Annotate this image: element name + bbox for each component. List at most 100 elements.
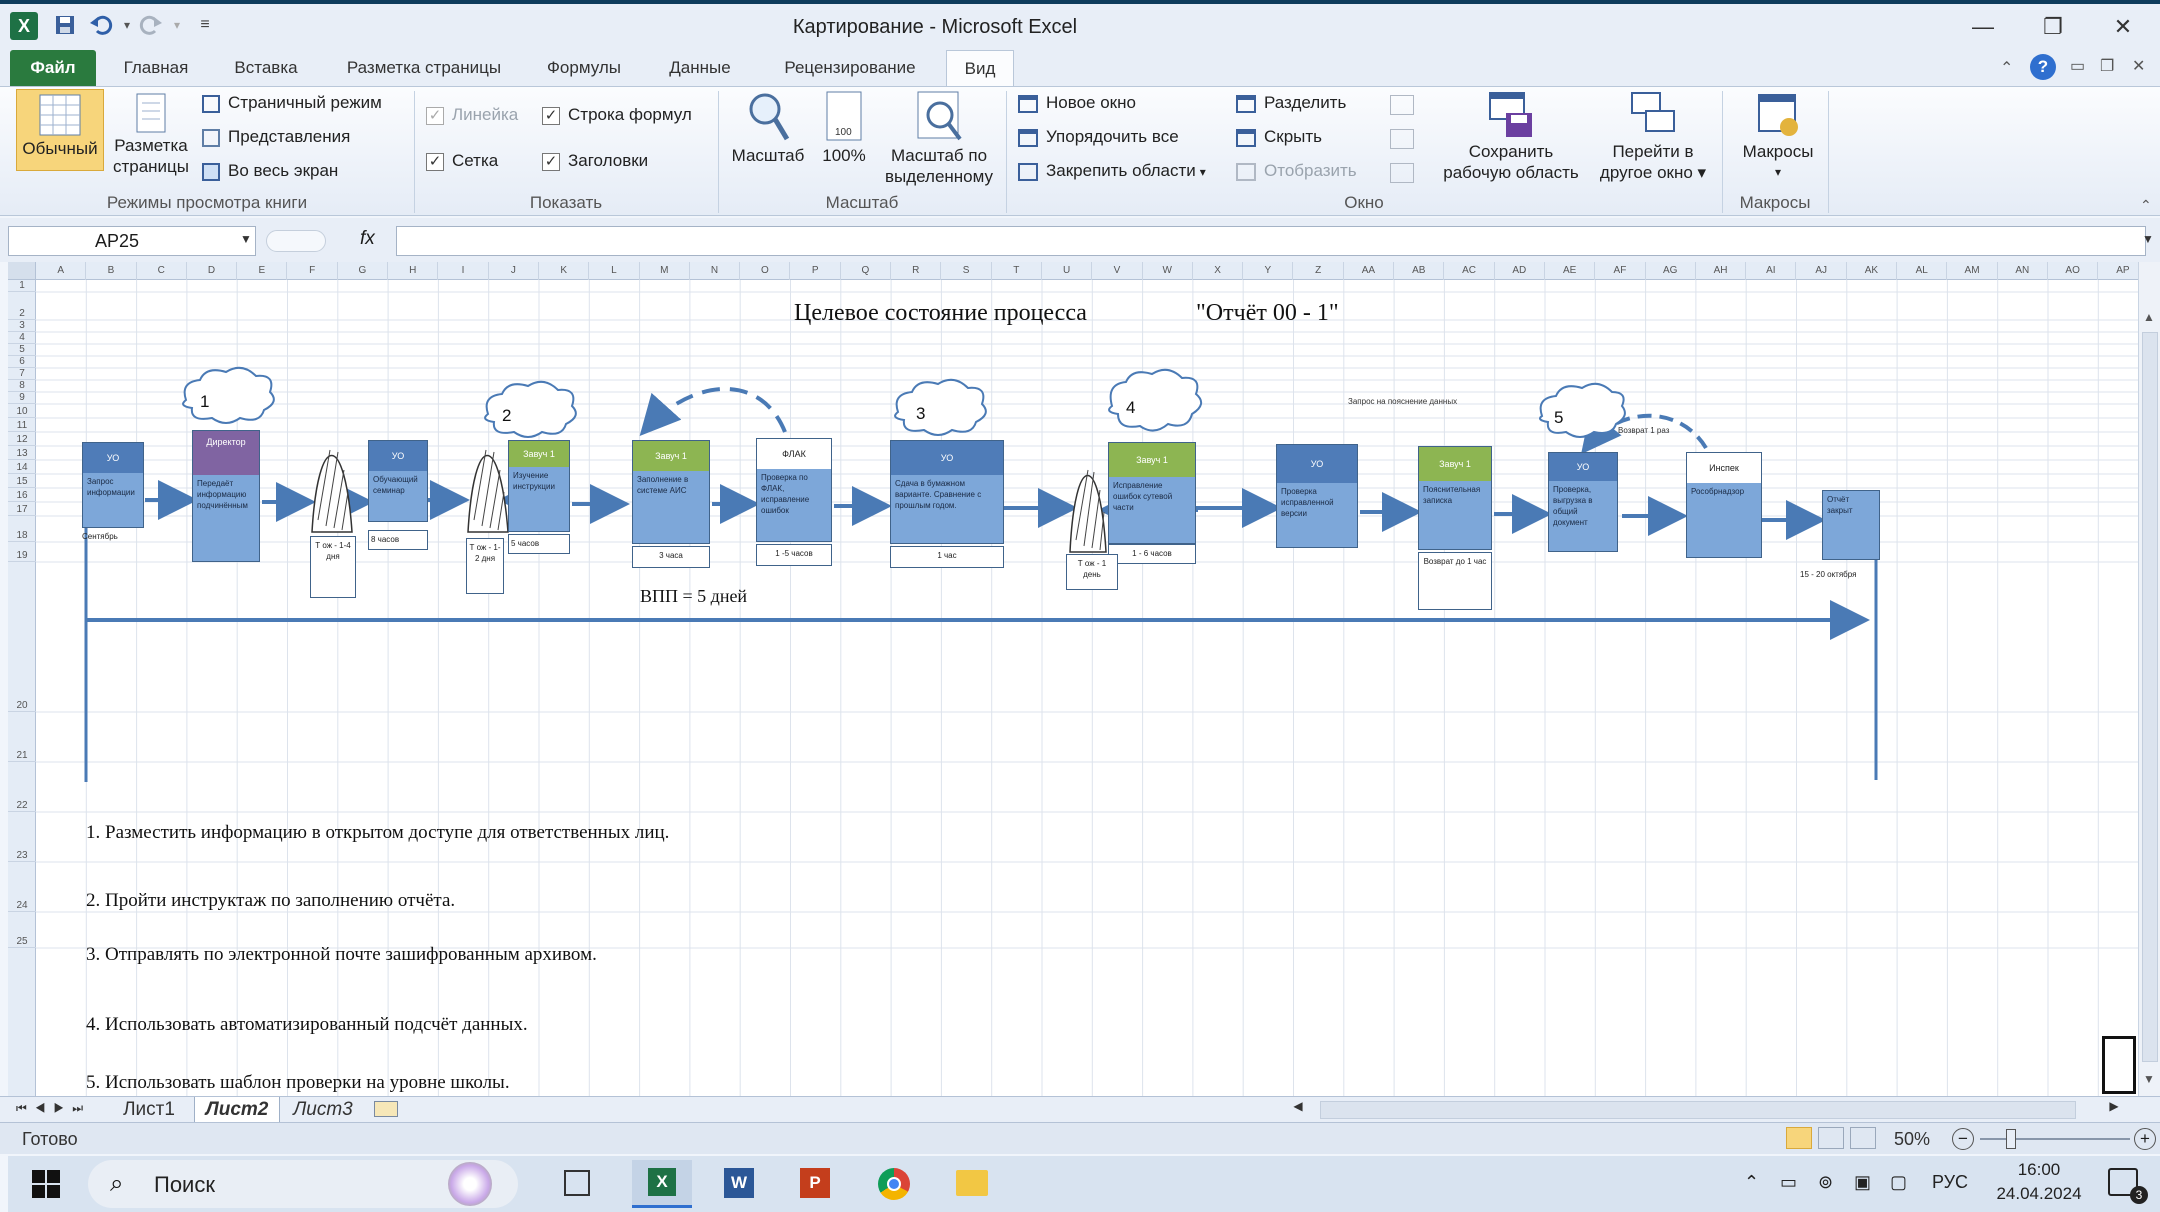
- column-header[interactable]: AG: [1646, 262, 1696, 280]
- sync-scroll-icon[interactable]: [1390, 129, 1414, 149]
- column-header[interactable]: V: [1092, 262, 1143, 280]
- battery-icon[interactable]: ▭: [1780, 1172, 1797, 1193]
- new-window-button[interactable]: Новое окно: [1018, 93, 1136, 113]
- column-header[interactable]: H: [388, 262, 439, 280]
- volume-icon[interactable]: ▢: [1890, 1172, 1907, 1193]
- column-header[interactable]: O: [740, 262, 791, 280]
- hide-button[interactable]: Скрыть: [1236, 127, 1322, 147]
- select-all-corner[interactable]: [8, 262, 36, 280]
- tab-file[interactable]: Файл: [10, 50, 96, 86]
- sheet-tab-1[interactable]: Лист1: [112, 1097, 186, 1123]
- collapse-ribbon-icon[interactable]: ⌃: [2000, 58, 2013, 78]
- sheet-tab-3[interactable]: Лист3: [286, 1097, 360, 1123]
- formula-bar-splitter[interactable]: [266, 230, 326, 252]
- tab-home[interactable]: Главная: [110, 50, 202, 86]
- column-header[interactable]: AA: [1344, 262, 1395, 280]
- row-header[interactable]: 10: [8, 404, 36, 418]
- view-side-by-side-icon[interactable]: [1390, 95, 1414, 115]
- normal-view-status-icon[interactable]: [1786, 1127, 1812, 1149]
- wb-close-icon[interactable]: ✕: [2132, 56, 2145, 76]
- column-header[interactable]: AK: [1847, 262, 1898, 280]
- ribbon-collapse-icon[interactable]: ⌃: [2140, 197, 2152, 214]
- sheet-nav-icons[interactable]: ⏮◀▶⏭: [16, 1101, 91, 1116]
- column-header[interactable]: C: [137, 262, 187, 280]
- column-header[interactable]: A: [36, 262, 87, 280]
- insert-function-icon[interactable]: fx: [360, 228, 375, 250]
- macros-button[interactable]: Макросы ▾: [1732, 89, 1824, 183]
- custom-views-button[interactable]: Представления: [202, 127, 350, 147]
- minimize-button[interactable]: —: [1960, 14, 2006, 44]
- column-header[interactable]: AF: [1595, 262, 1646, 280]
- row-header[interactable]: 21: [8, 712, 36, 762]
- help-icon[interactable]: ?: [2030, 54, 2056, 80]
- column-header[interactable]: AL: [1897, 262, 1948, 280]
- row-header[interactable]: 22: [8, 762, 36, 812]
- taskbar-excel[interactable]: X: [632, 1160, 692, 1208]
- row-header[interactable]: 3: [8, 320, 36, 332]
- row-header[interactable]: 9: [8, 392, 36, 404]
- column-header[interactable]: AH: [1696, 262, 1747, 280]
- column-header[interactable]: Q: [841, 262, 892, 280]
- row-header[interactable]: 5: [8, 344, 36, 356]
- gridlines-checkbox[interactable]: ✓ Сетка: [426, 151, 498, 171]
- vertical-scrollbar[interactable]: ▲ ▼: [2138, 262, 2160, 1100]
- column-header[interactable]: L: [589, 262, 640, 280]
- zoom-100-button[interactable]: 100 100%: [816, 89, 872, 166]
- row-header[interactable]: 14: [8, 460, 36, 474]
- column-header[interactable]: R: [891, 262, 942, 280]
- tab-insert[interactable]: Вставка: [218, 50, 314, 86]
- column-header[interactable]: P: [791, 262, 841, 280]
- tray-expand-icon[interactable]: ⌃: [1744, 1172, 1759, 1193]
- column-header[interactable]: I: [438, 262, 489, 280]
- scroll-down-icon[interactable]: ▼: [2143, 1072, 2155, 1086]
- tab-formulas[interactable]: Формулы: [536, 50, 632, 86]
- network-icon[interactable]: ⊚: [1818, 1172, 1833, 1193]
- normal-view-button[interactable]: Обычный: [16, 89, 104, 171]
- insert-sheet-icon[interactable]: [374, 1101, 398, 1117]
- wb-restore-icon[interactable]: ❐: [2100, 56, 2114, 76]
- row-header[interactable]: 2: [8, 292, 36, 320]
- row-header[interactable]: 7: [8, 368, 36, 380]
- page-break-button[interactable]: Страничный режим: [202, 93, 382, 113]
- row-header[interactable]: 25: [8, 912, 36, 948]
- row-header[interactable]: 11: [8, 418, 36, 432]
- column-header[interactable]: AO: [2048, 262, 2099, 280]
- column-header[interactable]: AM: [1947, 262, 1998, 280]
- windows-start-icon[interactable]: [32, 1170, 60, 1203]
- sheet-tab-2[interactable]: Лист2: [194, 1097, 280, 1123]
- row-header[interactable]: 15: [8, 474, 36, 488]
- column-header[interactable]: W: [1143, 262, 1193, 280]
- reset-position-icon[interactable]: [1390, 163, 1414, 183]
- tab-page-layout[interactable]: Разметка страницы: [330, 50, 518, 86]
- column-header[interactable]: Z: [1294, 262, 1344, 280]
- clock-time[interactable]: 16:00: [1994, 1160, 2084, 1180]
- column-header[interactable]: AN: [1998, 262, 2048, 280]
- zoom-out-icon[interactable]: −: [1952, 1128, 1974, 1150]
- headings-checkbox[interactable]: ✓ Заголовки: [542, 151, 648, 171]
- column-header[interactable]: M: [640, 262, 690, 280]
- column-header[interactable]: E: [237, 262, 288, 280]
- scroll-up-icon[interactable]: ▲: [2143, 310, 2155, 324]
- column-header[interactable]: U: [1042, 262, 1093, 280]
- hscroll-right-icon[interactable]: ▶: [2100, 1099, 2128, 1121]
- worksheet-grid[interactable]: [8, 262, 2138, 1100]
- word-icon[interactable]: W: [724, 1168, 754, 1198]
- page-break-status-icon[interactable]: [1850, 1127, 1876, 1149]
- display-icon[interactable]: ▣: [1854, 1172, 1871, 1193]
- row-header[interactable]: 24: [8, 862, 36, 912]
- file-explorer-icon[interactable]: [956, 1170, 988, 1196]
- zoom-slider-thumb[interactable]: [2006, 1129, 2016, 1149]
- name-box-dropdown-icon[interactable]: ▼: [240, 232, 252, 246]
- column-header[interactable]: AE: [1545, 262, 1596, 280]
- zoom-button[interactable]: Масштаб: [726, 89, 810, 166]
- wb-minimize-icon[interactable]: ▭: [2070, 56, 2085, 76]
- column-header[interactable]: Y: [1243, 262, 1294, 280]
- column-header[interactable]: T: [992, 262, 1042, 280]
- horizontal-scrollbar[interactable]: [1320, 1101, 2076, 1119]
- scroll-thumb[interactable]: [2142, 332, 2158, 1062]
- row-header[interactable]: 1: [8, 280, 36, 292]
- ruler-checkbox[interactable]: ✓ Линейка: [426, 105, 518, 125]
- save-workspace-button[interactable]: Сохранить рабочую область: [1436, 89, 1586, 183]
- column-header[interactable]: AB: [1394, 262, 1445, 280]
- row-header[interactable]: 16: [8, 488, 36, 502]
